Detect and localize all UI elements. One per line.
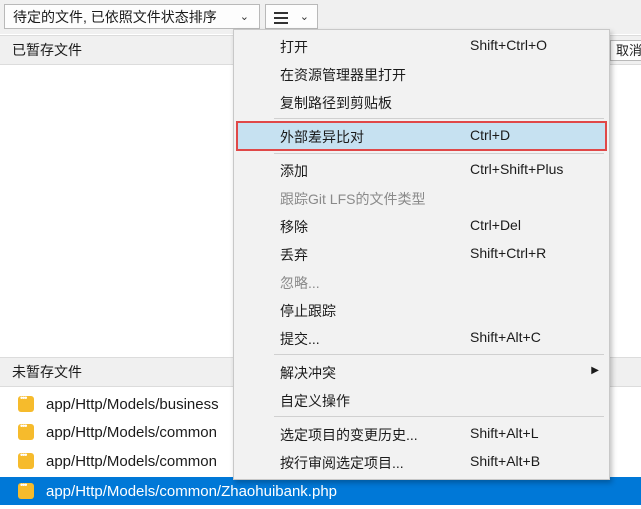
menu-item-shortcut: Shift+Ctrl+O [470, 37, 548, 53]
unstaged-files-title: 未暂存文件 [12, 364, 82, 380]
menu-item-label: 打开 [280, 39, 308, 55]
staged-files-title: 已暂存文件 [12, 42, 82, 58]
menu-item-label: 自定义操作 [280, 393, 350, 409]
context-menu: 打开 Shift+Ctrl+O 在资源管理器里打开 复制路径到剪贴板 外部差异比… [233, 29, 610, 480]
menu-item-track-lfs: 跟踪Git LFS的文件类型 [234, 184, 609, 212]
modified-file-icon [18, 450, 34, 469]
modified-file-icon [18, 480, 34, 499]
menu-item-stop-tracking[interactable]: 停止跟踪 [234, 296, 609, 324]
menu-item-label: 按行审阅选定项目... [280, 455, 404, 471]
menu-item-shortcut: Shift+Alt+L [470, 425, 539, 441]
menu-item-label: 丢弃 [280, 247, 308, 263]
menu-item-label: 忽略... [280, 275, 320, 291]
menu-item-external-diff[interactable]: 外部差异比对 Ctrl+D [236, 121, 607, 151]
file-name: app/Http/Models/common/Zhaohuibank.php [46, 482, 338, 500]
file-row-selected[interactable]: app/Http/Models/common/Zhaohuibank.php [0, 477, 641, 505]
menu-separator [274, 354, 604, 355]
menu-item-copy-path[interactable]: 复制路径到剪贴板 [234, 88, 609, 116]
menu-separator [274, 118, 604, 119]
menu-item-label: 提交... [280, 331, 320, 347]
menu-item-label: 复制路径到剪贴板 [280, 95, 392, 111]
menu-item-shortcut: Shift+Ctrl+R [470, 245, 547, 261]
menu-item-shortcut: Ctrl+Del [470, 217, 521, 233]
sort-mode-dropdown[interactable]: 待定的文件, 已依照文件状态排序 ⌄ [4, 4, 260, 29]
sort-mode-label: 待定的文件, 已依照文件状态排序 [13, 8, 217, 25]
modified-file-icon [18, 421, 34, 440]
menu-item-label: 添加 [280, 163, 308, 179]
unstage-button[interactable]: 取消 [610, 40, 641, 61]
chevron-down-icon: ⌄ [239, 11, 249, 23]
modified-file-icon [18, 393, 34, 412]
menu-separator [274, 153, 604, 154]
menu-item-label: 外部差异比对 [280, 129, 364, 145]
file-name: app/Http/Models/common [46, 452, 217, 470]
menu-item-shortcut: Ctrl+D [470, 127, 511, 143]
menu-item-label: 移除 [280, 219, 308, 235]
menu-item-open[interactable]: 打开 Shift+Ctrl+O [234, 32, 609, 60]
menu-item-shortcut: Shift+Alt+C [470, 329, 541, 345]
chevron-down-icon: ⌄ [299, 11, 309, 23]
menu-item-label: 解决冲突 [280, 365, 336, 381]
menu-item-shortcut: Ctrl+Shift+Plus [470, 161, 564, 177]
file-name: app/Http/Models/business [46, 395, 219, 413]
menu-item-commit[interactable]: 提交... Shift+Alt+C [234, 324, 609, 352]
menu-item-ignore: 忽略... [234, 268, 609, 296]
menu-item-open-in-explorer[interactable]: 在资源管理器里打开 [234, 60, 609, 88]
menu-item-resolve-conflicts[interactable]: 解决冲突 ▶ [234, 358, 609, 386]
view-options-button[interactable]: ⌄ [265, 4, 318, 29]
menu-item-label: 在资源管理器里打开 [280, 67, 406, 83]
file-name: app/Http/Models/common [46, 423, 217, 441]
menu-item-label: 停止跟踪 [280, 303, 336, 319]
menu-item-custom-actions[interactable]: 自定义操作 [234, 386, 609, 414]
menu-item-add[interactable]: 添加 Ctrl+Shift+Plus [234, 156, 609, 184]
menu-item-shortcut: Shift+Alt+B [470, 453, 541, 469]
menu-item-log-selected[interactable]: 选定项目的变更历史... Shift+Alt+L [234, 420, 609, 448]
menu-item-label: 选定项目的变更历史... [280, 427, 418, 443]
menu-item-discard[interactable]: 丢弃 Shift+Ctrl+R [234, 240, 609, 268]
list-view-icon [274, 12, 288, 27]
menu-separator [274, 416, 604, 417]
menu-item-label: 跟踪Git LFS的文件类型 [280, 191, 426, 207]
menu-item-blame-selected[interactable]: 按行审阅选定项目... Shift+Alt+B [234, 448, 609, 476]
submenu-arrow-icon: ▶ [591, 365, 599, 376]
menu-item-remove[interactable]: 移除 Ctrl+Del [234, 212, 609, 240]
